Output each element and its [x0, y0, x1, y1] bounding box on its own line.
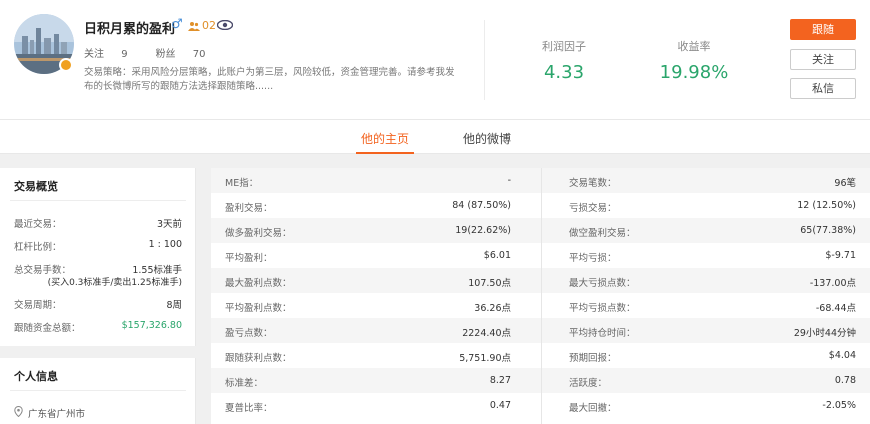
profile-tabs: 他的主页 他的微博	[0, 120, 870, 154]
follow-trade-button[interactable]: 跟随	[790, 19, 856, 40]
user-name: 日积月累的盈利	[84, 22, 176, 37]
overview-panel: 交易概览 最近交易： 3天前 杠杆比例： 1 : 100 总交易手数： 1.55…	[0, 168, 196, 424]
stats-table: ME指： - 交易笔数： 96笔 盈利交易： 84 (87.50%) 亏损交易：…	[211, 168, 870, 424]
fans-count[interactable]: 粉丝 70	[156, 49, 220, 60]
strategy-description: 交易策略：采用风险分层策略，此账户为第三层，风险较低，资金管理完善。请参考我发布…	[84, 67, 455, 92]
active-tab-indicator	[356, 152, 414, 154]
people-count: 02	[202, 19, 216, 32]
medal-icon	[59, 58, 73, 72]
overview-row-total-lots: 总交易手数： 1.55标准手 (买入0.3标准手/卖出1.25标准手)	[14, 265, 182, 288]
follower-group-badge[interactable]: 02	[188, 19, 216, 32]
return-rate-value: 19.98%	[659, 62, 729, 83]
return-rate-label: 收益率	[677, 40, 711, 53]
overview-title: 交易概览	[14, 180, 58, 193]
profit-factor-label: 利润因子	[542, 40, 586, 53]
profit-factor-value: 4.33	[543, 62, 585, 83]
header-divider	[484, 20, 485, 100]
follows-count[interactable]: 关注 9	[84, 49, 142, 60]
male-icon: ♂	[171, 17, 183, 32]
tab-homepage[interactable]: 他的主页	[361, 130, 409, 147]
message-button[interactable]: 私信	[790, 78, 856, 99]
personal-info-title: 个人信息	[14, 370, 58, 383]
eye-icon[interactable]	[217, 20, 233, 30]
location-pin-icon	[14, 406, 23, 417]
column-divider	[541, 168, 542, 424]
divider	[10, 390, 186, 391]
follow-button[interactable]: 关注	[790, 49, 856, 70]
section-gap	[0, 346, 196, 358]
follow-counts: 关注 9 粉丝 70	[84, 45, 233, 60]
tab-weibo[interactable]: 他的微博	[463, 130, 511, 147]
profile-header: 日积月累的盈利 ♂ 02 关注 9 粉丝 70 交易策略：采用风险分层策略，此账户…	[0, 0, 870, 120]
divider	[10, 200, 186, 201]
people-icon	[188, 21, 200, 31]
location-text: 广东省广州市	[28, 409, 86, 420]
